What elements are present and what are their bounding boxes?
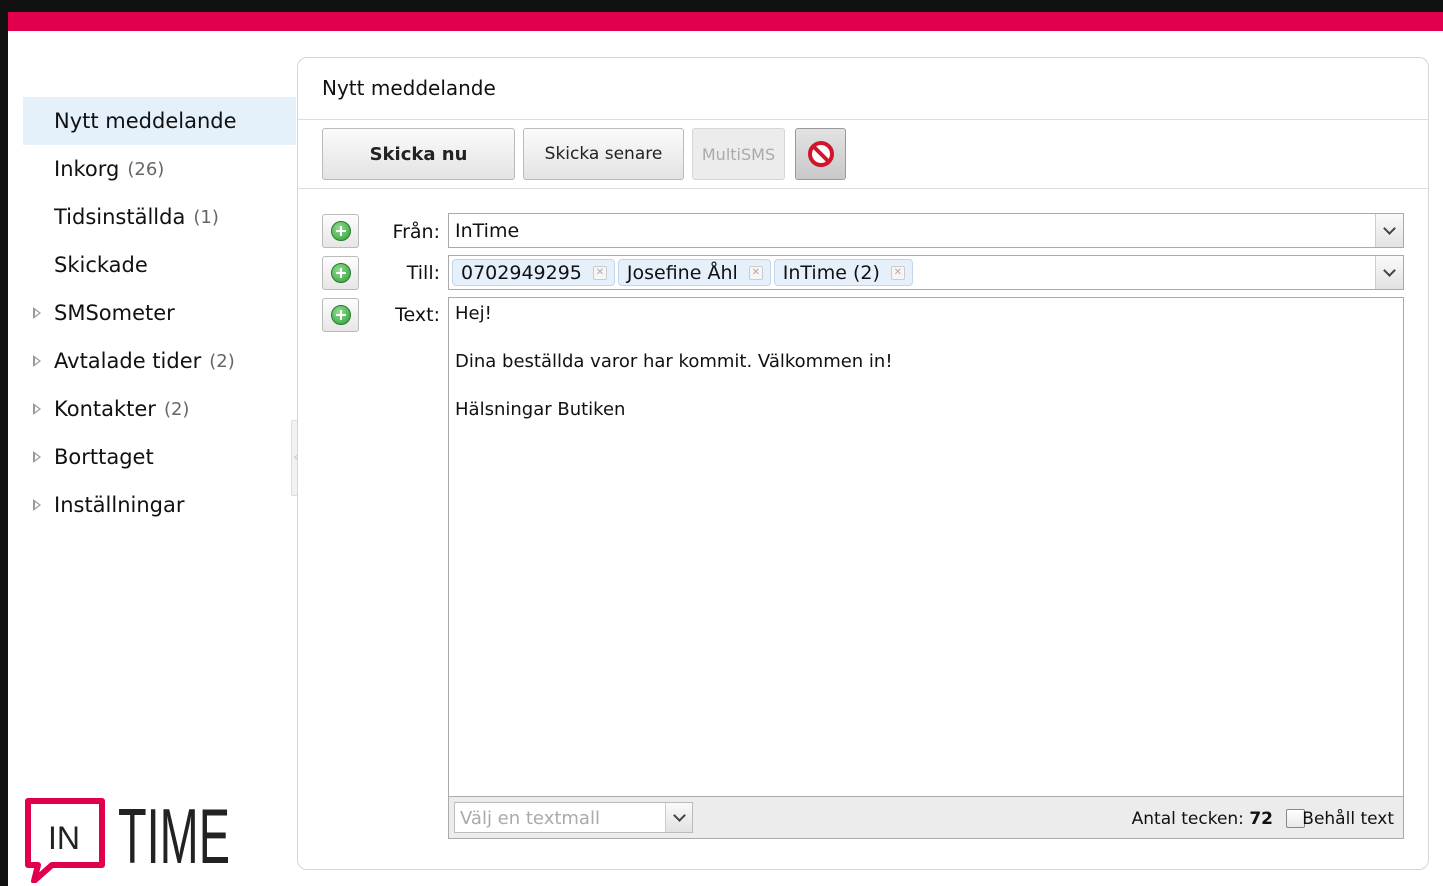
sidebar-item-smsometer[interactable]: SMSometer — [23, 289, 296, 337]
sidebar-item-label: Tidsinställda — [54, 205, 186, 229]
message-textarea[interactable]: Hej! Dina beställda varor har kommit. Vä… — [448, 297, 1404, 797]
remove-recipient-icon[interactable]: ✕ — [592, 265, 607, 280]
recipient-name: Josefine Åhl — [626, 261, 738, 284]
sidebar-item-count: (2) — [163, 398, 190, 420]
recipient-token[interactable]: Josefine Åhl ✕ — [617, 259, 771, 286]
sidebar-item-skickade[interactable]: Skickade — [23, 241, 296, 289]
cancel-button[interactable] — [795, 128, 846, 180]
to-label: Till: — [406, 262, 440, 284]
char-count-label: Antal tecken: — [1131, 809, 1244, 829]
sidebar-item-count: (26) — [127, 158, 165, 180]
add-recipient-button[interactable] — [322, 256, 359, 290]
send-now-button[interactable]: Skicka nu — [322, 128, 515, 180]
to-dropdown-arrow[interactable] — [1375, 256, 1403, 289]
text-label: Text: — [395, 304, 440, 326]
message-line: Hälsningar Butiken — [455, 399, 626, 420]
char-count: Antal tecken: 72 — [1132, 809, 1273, 829]
send-later-button[interactable]: Skicka senare — [523, 128, 684, 180]
recipient-name: 0702949295 — [461, 261, 582, 284]
sidebar-item-tidsinstallda[interactable]: Tidsinställda (1) — [23, 193, 296, 241]
sidebar-item-label: Inställningar — [54, 493, 185, 517]
from-label: Från: — [392, 221, 440, 243]
recipient-token[interactable]: 0702949295 ✕ — [452, 259, 615, 286]
sidebar-item-count: (1) — [193, 206, 219, 228]
logo-text-in: IN — [48, 820, 80, 856]
sidebar-nav: Nytt meddelande Inkorg (26) Tidsinställd… — [23, 97, 296, 529]
add-text-button[interactable] — [322, 298, 359, 332]
message-line: Dina beställda varor har kommit. Välkomm… — [455, 351, 893, 372]
divider — [298, 119, 1428, 120]
from-select[interactable]: InTime — [448, 213, 1404, 248]
add-icon — [330, 263, 351, 283]
panel-title: Nytt meddelande — [322, 76, 496, 100]
chevron-down-icon — [1383, 263, 1396, 277]
from-dropdown-arrow[interactable] — [1375, 214, 1403, 247]
logo-graphic: IN TIME — [25, 792, 230, 884]
add-from-button[interactable] — [322, 214, 359, 248]
sidebar-item-nytt-meddelande[interactable]: Nytt meddelande — [23, 97, 296, 145]
sidebar-item-avtalade-tider[interactable]: Avtalade tider (2) — [23, 337, 296, 385]
expand-triangle-icon[interactable] — [33, 403, 41, 415]
sidebar-item-borttaget[interactable]: Borttaget — [23, 433, 296, 481]
template-dropdown-arrow[interactable] — [665, 803, 692, 832]
to-field[interactable]: 0702949295 ✕ Josefine Åhl ✕ InTime (2) ✕ — [448, 255, 1404, 290]
expand-triangle-icon[interactable] — [33, 451, 41, 463]
sidebar-item-label: Nytt meddelande — [54, 109, 237, 133]
message-line: Hej! — [455, 303, 492, 324]
sidebar-item-inkorg[interactable]: Inkorg (26) — [23, 145, 296, 193]
template-select[interactable]: Välj en textmall — [454, 802, 693, 833]
from-value: InTime — [455, 219, 520, 242]
add-icon — [330, 305, 351, 325]
chevron-down-icon — [1383, 221, 1396, 235]
sidebar-item-label: Kontakter — [54, 397, 156, 421]
prohibited-icon — [807, 141, 834, 167]
sidebar-item-label: Avtalade tider — [54, 349, 202, 373]
expand-triangle-icon[interactable] — [33, 307, 41, 319]
intime-logo: IN TIME — [22, 792, 237, 884]
brand-top-bar — [8, 12, 1443, 31]
add-icon — [330, 221, 351, 241]
sidebar-item-kontakter[interactable]: Kontakter (2) — [23, 385, 296, 433]
sidebar-item-label: SMSometer — [54, 301, 175, 325]
sidebar-item-count: (2) — [209, 350, 235, 372]
recipient-token[interactable]: InTime (2) ✕ — [773, 259, 913, 286]
template-placeholder: Välj en textmall — [460, 808, 600, 829]
expand-triangle-icon[interactable] — [33, 499, 41, 511]
sidebar-item-label: Borttaget — [54, 445, 154, 469]
remove-recipient-icon[interactable]: ✕ — [748, 265, 763, 280]
divider — [298, 188, 1428, 189]
new-message-panel: Nytt meddelande Skicka nu Skicka senare … — [297, 57, 1429, 870]
recipient-name: InTime (2) — [782, 261, 880, 284]
multisms-button[interactable]: MultiSMS — [692, 128, 785, 180]
logo-text-time: TIME — [118, 795, 230, 880]
remove-recipient-icon[interactable]: ✕ — [890, 265, 905, 280]
char-count-value: 72 — [1249, 809, 1273, 829]
sidebar-item-label: Inkorg — [54, 157, 120, 181]
chevron-down-icon — [672, 808, 686, 822]
sidebar-item-label: Skickade — [54, 253, 148, 277]
sidebar-item-installningar[interactable]: Inställningar — [23, 481, 296, 529]
expand-triangle-icon[interactable] — [33, 355, 41, 367]
message-footer-bar: Välj en textmall Antal tecken: 72 Behåll… — [448, 797, 1404, 839]
keep-text-label: Behåll text — [1302, 809, 1394, 829]
